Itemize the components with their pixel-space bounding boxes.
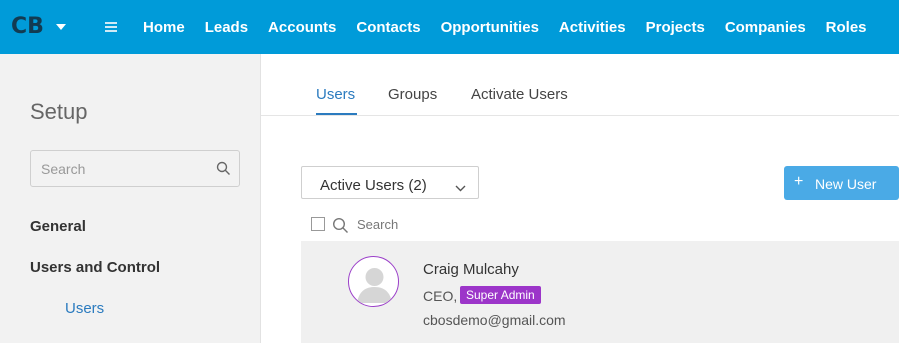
new-user-label: New User <box>815 176 877 192</box>
nav-home[interactable]: Home <box>143 19 185 36</box>
user-status-filter-dropdown[interactable]: Active Users (2) <box>301 166 479 199</box>
user-placeholder-icon <box>357 268 392 303</box>
main-nav: Home Leads Accounts Contacts Opportuniti… <box>143 0 887 54</box>
chevron-down-icon <box>455 179 466 197</box>
tab-activate-users[interactable]: Activate Users <box>471 86 568 103</box>
role-badge: Super Admin <box>460 286 541 304</box>
user-role: CEO, <box>423 288 458 304</box>
users-tabs: Users Groups Activate Users <box>261 54 899 116</box>
user-name[interactable]: Craig Mulcahy <box>423 261 519 278</box>
nav-accounts[interactable]: Accounts <box>268 19 336 36</box>
nav-contacts[interactable]: Contacts <box>356 19 420 36</box>
sidebar-item-users-and-control[interactable]: Users and Control <box>30 259 160 276</box>
plus-icon: + <box>794 173 804 190</box>
nav-leads[interactable]: Leads <box>205 19 248 36</box>
active-tab-indicator <box>316 113 357 115</box>
search-icon[interactable] <box>216 161 231 181</box>
tab-groups[interactable]: Groups <box>388 86 437 103</box>
search-icon[interactable] <box>332 217 349 239</box>
nav-roles[interactable]: Roles <box>826 19 867 36</box>
nav-activities[interactable]: Activities <box>559 19 626 36</box>
avatar <box>348 256 399 307</box>
select-all-checkbox[interactable] <box>311 217 325 231</box>
setup-sidebar: Setup General Users and Control Users <box>0 54 261 343</box>
user-list-search-input[interactable] <box>357 215 557 233</box>
nav-companies[interactable]: Companies <box>725 19 806 36</box>
tab-users[interactable]: Users <box>316 86 355 103</box>
sidebar-search-box[interactable] <box>30 150 240 187</box>
user-email: cbosdemo@gmail.com <box>423 312 566 328</box>
top-nav-bar: CB Home Leads Accounts Contacts Opportun… <box>0 0 899 54</box>
sidebar-subitem-users[interactable]: Users <box>65 300 104 317</box>
logo-caret-down-icon[interactable] <box>56 24 66 30</box>
hamburger-menu-icon[interactable] <box>105 22 117 32</box>
new-user-button[interactable]: + New User <box>784 166 899 200</box>
user-list-item[interactable]: Craig Mulcahy CEO, Super Admin cbosdemo@… <box>301 241 899 343</box>
filter-selected-value: Active Users (2) <box>320 177 427 194</box>
sidebar-search-input[interactable] <box>41 159 211 179</box>
nav-projects[interactable]: Projects <box>646 19 705 36</box>
app-logo[interactable]: CB <box>11 14 44 39</box>
sidebar-item-general[interactable]: General <box>30 218 86 235</box>
sidebar-title: Setup <box>30 99 88 124</box>
nav-opportunities[interactable]: Opportunities <box>441 19 539 36</box>
user-list-search-bar <box>301 207 899 241</box>
